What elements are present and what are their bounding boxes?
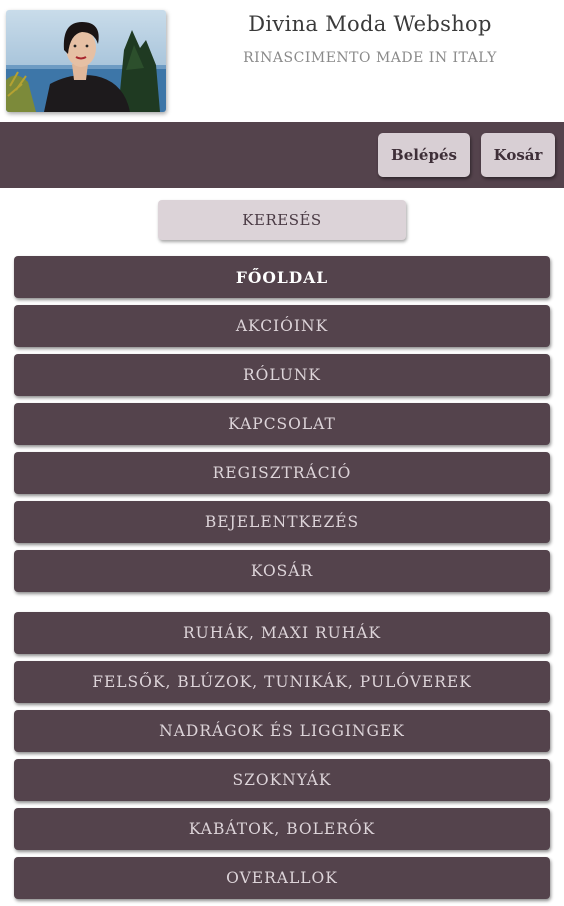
category-item-skirts[interactable]: SZOKNYÁK (14, 759, 550, 801)
category-menu: RUHÁK, MAXI RUHÁK FELSŐK, BLÚZOK, TUNIKÁ… (14, 612, 550, 906)
menu-item-about[interactable]: RÓLUNK (14, 354, 550, 396)
menu-item-cart[interactable]: KOSÁR (14, 550, 550, 592)
category-item-coats[interactable]: KABÁTOK, BOLERÓK (14, 808, 550, 850)
category-item-tops[interactable]: FELSŐK, BLÚZOK, TUNIKÁK, PULÓVEREK (14, 661, 550, 703)
menu-item-contact[interactable]: KAPCSOLAT (14, 403, 550, 445)
top-bar: Belépés Kosár (0, 122, 564, 188)
menu-item-home[interactable]: FŐOLDAL (14, 256, 550, 298)
site-header: Divina Moda Webshop RINASCIMENTO MADE IN… (0, 0, 564, 122)
cart-button[interactable]: Kosár (481, 133, 555, 177)
menu-item-registration[interactable]: REGISZTRÁCIÓ (14, 452, 550, 494)
category-item-trousers[interactable]: NADRÁGOK ÉS LIGGINGEK (14, 710, 550, 752)
site-title[interactable]: Divina Moda Webshop (190, 12, 550, 36)
main-menu: FŐOLDAL AKCIÓINK RÓLUNK KAPCSOLAT REGISZ… (14, 256, 550, 599)
header-model-photo (6, 10, 166, 112)
category-item-overalls[interactable]: OVERALLOK (14, 857, 550, 899)
search-button[interactable]: KERESÉS (158, 200, 406, 240)
category-item-dresses[interactable]: RUHÁK, MAXI RUHÁK (14, 612, 550, 654)
site-subtitle: RINASCIMENTO MADE IN ITALY (243, 50, 497, 66)
menu-item-promotions[interactable]: AKCIÓINK (14, 305, 550, 347)
menu-item-login[interactable]: BEJELENTKEZÉS (14, 501, 550, 543)
login-button[interactable]: Belépés (378, 133, 470, 177)
